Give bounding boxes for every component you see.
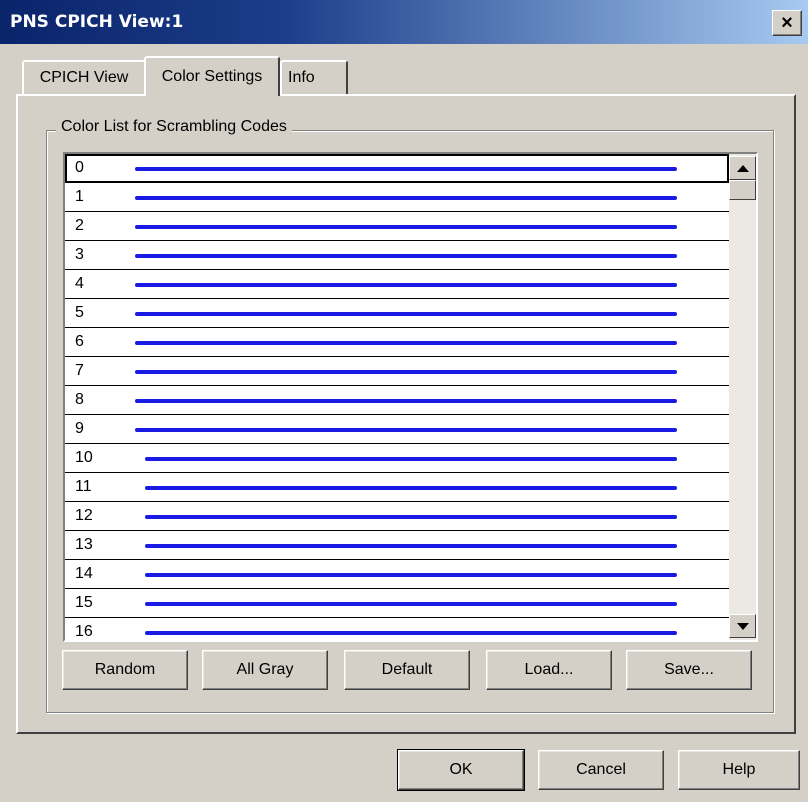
scrambling-code-number: 6 <box>75 333 84 350</box>
color-line-swatch <box>145 544 677 548</box>
scrambling-code-number: 16 <box>75 623 93 640</box>
color-line-swatch <box>135 428 677 432</box>
list-item[interactable]: 6 <box>65 328 729 357</box>
scroll-down-button[interactable] <box>729 614 756 638</box>
list-item[interactable]: 12 <box>65 502 729 531</box>
color-line-swatch <box>135 167 677 171</box>
group-label: Color List for Scrambling Codes <box>56 118 292 136</box>
list-item[interactable]: 16 <box>65 618 729 640</box>
save-button[interactable]: Save... <box>626 650 752 690</box>
color-line-swatch <box>145 486 677 490</box>
title-bar[interactable]: PNS CPICH View:1 × <box>0 0 808 44</box>
scrambling-code-number: 12 <box>75 507 93 524</box>
list-item[interactable]: 2 <box>65 212 729 241</box>
color-line-swatch <box>145 631 677 635</box>
color-line-swatch <box>135 196 677 200</box>
help-button-label: Help <box>722 761 756 778</box>
default-button-label: Default <box>381 661 433 678</box>
list-item[interactable]: 3 <box>65 241 729 270</box>
scrambling-code-number: 1 <box>75 188 84 205</box>
scrambling-code-number: 5 <box>75 304 84 321</box>
scrambling-code-number: 7 <box>75 362 84 379</box>
scrambling-code-number: 0 <box>75 159 84 176</box>
scrambling-code-number: 8 <box>75 391 84 408</box>
tab-cpich-view[interactable]: CPICH View <box>22 60 146 94</box>
list-item[interactable]: 7 <box>65 357 729 386</box>
close-icon: × <box>781 11 793 34</box>
color-line-swatch <box>135 312 677 316</box>
scrambling-code-number: 13 <box>75 536 93 553</box>
list-item[interactable]: 10 <box>65 444 729 473</box>
scrambling-code-number: 3 <box>75 246 84 263</box>
color-line-swatch <box>135 225 677 229</box>
close-button[interactable]: × <box>772 10 802 36</box>
list-item[interactable]: 11 <box>65 473 729 502</box>
tab-label: Info <box>288 69 315 86</box>
color-line-swatch <box>135 341 677 345</box>
load-button[interactable]: Load... <box>486 650 612 690</box>
list-item[interactable]: 5 <box>65 299 729 328</box>
scrambling-code-number: 4 <box>75 275 84 292</box>
color-line-swatch <box>135 370 677 374</box>
all-gray-button[interactable]: All Gray <box>202 650 328 690</box>
ok-button[interactable]: OK <box>397 749 525 791</box>
dialog-window: PNS CPICH View:1 × CPICH View Color Sett… <box>0 0 808 802</box>
tab-label: CPICH View <box>39 69 129 86</box>
tab-label: Color Settings <box>161 68 263 85</box>
window-title: PNS CPICH View:1 <box>10 12 184 32</box>
color-line-swatch <box>135 254 677 258</box>
all-gray-button-label: All Gray <box>236 661 294 678</box>
color-line-swatch <box>135 283 677 287</box>
default-button[interactable]: Default <box>344 650 470 690</box>
save-button-label: Save... <box>664 661 714 678</box>
color-line-swatch <box>145 515 677 519</box>
list-item[interactable]: 15 <box>65 589 729 618</box>
list-item[interactable]: 4 <box>65 270 729 299</box>
cancel-button-label: Cancel <box>576 761 626 778</box>
list-item[interactable]: 8 <box>65 386 729 415</box>
tab-color-settings[interactable]: Color Settings <box>144 56 280 96</box>
scroll-up-button[interactable] <box>729 156 756 180</box>
scrambling-code-number: 9 <box>75 420 84 437</box>
list-item[interactable]: 9 <box>65 415 729 444</box>
cancel-button[interactable]: Cancel <box>538 750 664 790</box>
scrambling-code-number: 15 <box>75 594 93 611</box>
arrow-down-icon <box>736 622 749 630</box>
color-line-swatch <box>145 573 677 577</box>
list-item[interactable]: 1 <box>65 183 729 212</box>
random-button-label: Random <box>94 661 156 678</box>
ok-button-label: OK <box>449 761 473 778</box>
color-list-rows: 0 1 2 3 4 5 6 7 8 9 10 11 12 13 14 15 16 <box>65 154 729 640</box>
color-line-swatch <box>145 457 677 461</box>
scrambling-code-number: 11 <box>75 478 92 495</box>
color-line-swatch <box>145 602 677 606</box>
color-list[interactable]: 0 1 2 3 4 5 6 7 8 9 10 11 12 13 14 15 16 <box>63 152 758 642</box>
scroll-thumb[interactable] <box>729 180 756 200</box>
tab-info[interactable]: Info <box>280 60 348 94</box>
color-line-swatch <box>135 399 677 403</box>
help-button[interactable]: Help <box>678 750 800 790</box>
scrambling-code-number: 2 <box>75 217 84 234</box>
list-item[interactable]: 14 <box>65 560 729 589</box>
vertical-scrollbar[interactable] <box>729 154 756 640</box>
list-item[interactable]: 13 <box>65 531 729 560</box>
list-item[interactable]: 0 <box>65 154 729 183</box>
random-button[interactable]: Random <box>62 650 188 690</box>
arrow-up-icon <box>736 164 749 172</box>
scrambling-code-number: 10 <box>75 449 93 466</box>
scrambling-code-number: 14 <box>75 565 93 582</box>
load-button-label: Load... <box>524 661 574 678</box>
